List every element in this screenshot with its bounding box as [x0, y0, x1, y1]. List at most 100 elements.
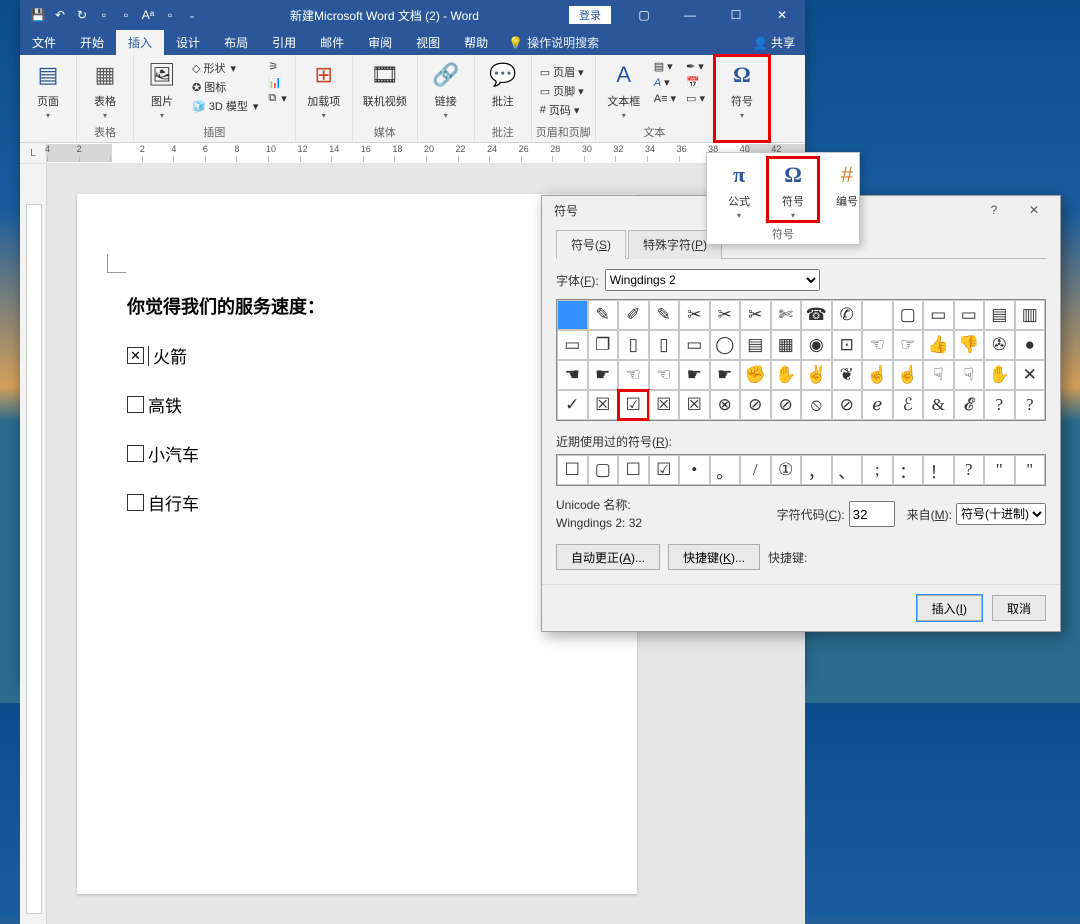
tab-layout[interactable]: 布局: [212, 30, 260, 55]
pictures-button[interactable]: 🖼 图片 ▾: [138, 57, 186, 122]
share-button[interactable]: 👤 共享: [743, 30, 805, 55]
login-button[interactable]: 登录: [569, 6, 611, 24]
tab-help[interactable]: 帮助: [452, 30, 500, 55]
doc-option-2[interactable]: 高铁: [127, 392, 587, 417]
horizontal-ruler[interactable]: 4224681012141618202224262830323436384042: [47, 144, 805, 162]
symbol-cell[interactable]: ✐: [618, 300, 649, 330]
symbol-cell[interactable]: ✇: [984, 330, 1015, 360]
symbol-cell[interactable]: ☛: [588, 360, 619, 390]
icons-button[interactable]: ✪图标: [188, 78, 262, 96]
tab-review[interactable]: 审阅: [356, 30, 404, 55]
symbol-cell[interactable]: ☒: [679, 390, 710, 420]
symbol-cell[interactable]: ☞: [893, 330, 924, 360]
undo-icon[interactable]: ↶: [52, 7, 68, 23]
ribbon-display-icon[interactable]: ▢: [621, 0, 667, 30]
symbol-cell[interactable]: ☜: [618, 360, 649, 390]
symbol-cell[interactable]: ▢: [893, 300, 924, 330]
tab-insert[interactable]: 插入: [116, 30, 164, 55]
qat-icon[interactable]: ▫: [162, 7, 178, 23]
symbol-cell[interactable]: ☑: [618, 390, 649, 420]
close-icon[interactable]: ✕: [759, 0, 805, 30]
symbol-cell[interactable]: ☛: [679, 360, 710, 390]
charcode-input[interactable]: [849, 501, 895, 527]
symbol-cell[interactable]: ▥: [1015, 300, 1046, 330]
symbol-cell[interactable]: ✂: [740, 300, 771, 330]
symbol-cell[interactable]: ✓: [557, 390, 588, 420]
touch-icon[interactable]: Aᵃ: [140, 7, 156, 23]
recent-symbol-cell[interactable]: ?: [954, 455, 985, 485]
dialog-close-icon[interactable]: ✕: [1014, 197, 1054, 223]
symbol-cell[interactable]: ☟: [923, 360, 954, 390]
cancel-button[interactable]: 取消: [992, 595, 1046, 621]
symbol-cell[interactable]: [557, 300, 588, 330]
symbol-cell[interactable]: ⊘: [740, 390, 771, 420]
symbol-cell[interactable]: ▭: [923, 300, 954, 330]
autocorrect-button[interactable]: 自动更正(A)...: [556, 544, 660, 570]
symbol-cell[interactable]: &: [923, 390, 954, 420]
symbol-cell[interactable]: ⊡: [832, 330, 863, 360]
redo-icon[interactable]: ↻: [74, 7, 90, 23]
dialog-help-icon[interactable]: ?: [974, 197, 1014, 223]
recent-symbol-cell[interactable]: ;: [862, 455, 893, 485]
symbol-cell[interactable]: ✌: [801, 360, 832, 390]
symbol-cell[interactable]: ☜: [862, 330, 893, 360]
symbol-cell[interactable]: 👍: [923, 330, 954, 360]
symbol-cell[interactable]: ☜: [649, 360, 680, 390]
doc-option-4[interactable]: 自行车: [127, 490, 587, 515]
symbol-cell[interactable]: ▭: [679, 330, 710, 360]
tab-design[interactable]: 设计: [164, 30, 212, 55]
minimize-icon[interactable]: —: [667, 0, 713, 30]
pages-button[interactable]: ▤ 页面 ▾: [24, 57, 72, 122]
recent-symbol-cell[interactable]: 、: [832, 455, 863, 485]
font-select[interactable]: Wingdings 2: [605, 269, 820, 291]
qat-more-icon[interactable]: ⌄: [184, 7, 200, 23]
tab-home[interactable]: 开始: [68, 30, 116, 55]
symbol-cell[interactable]: ?: [984, 390, 1015, 420]
qat-icon[interactable]: ▫: [96, 7, 112, 23]
signature-button[interactable]: ✒▾: [682, 59, 709, 74]
3dmodel-button[interactable]: 🧊3D 模型▾: [188, 97, 262, 115]
symbol-cell[interactable]: ◯: [710, 330, 741, 360]
symbol-cell[interactable]: 𝓔: [954, 390, 985, 420]
recent-symbol-cell[interactable]: ！: [923, 455, 954, 485]
object-button[interactable]: ▭▾: [682, 91, 709, 106]
shortcut-button[interactable]: 快捷键(K)...: [668, 544, 760, 570]
symbol-cell[interactable]: ⊘: [832, 390, 863, 420]
doc-option-3[interactable]: 小汽车: [127, 441, 587, 466]
symbol-cell[interactable]: ✎: [588, 300, 619, 330]
symbol-cell[interactable]: ▭: [557, 330, 588, 360]
tab-view[interactable]: 视图: [404, 30, 452, 55]
doc-option-1[interactable]: ✕ 火箭: [127, 343, 587, 368]
recent-symbol-cell[interactable]: ▢: [588, 455, 619, 485]
symbol-cell[interactable]: ☒: [588, 390, 619, 420]
symbol-cell[interactable]: ◉: [801, 330, 832, 360]
from-select[interactable]: 符号(十进制): [956, 503, 1046, 525]
symbol-button[interactable]: Ω 符号 ▾: [767, 157, 819, 222]
symbol-split-button[interactable]: Ω 符号 ▾: [718, 57, 766, 122]
symbol-cell[interactable]: ⊗: [710, 390, 741, 420]
table-button[interactable]: ▦ 表格 ▾: [81, 57, 129, 122]
symbol-cell[interactable]: ▭: [954, 300, 985, 330]
insert-button[interactable]: 插入(I): [917, 595, 982, 621]
symbol-cell[interactable]: ✋: [771, 360, 802, 390]
symbol-cell[interactable]: ✎: [649, 300, 680, 330]
recent-symbol-cell[interactable]: ☐: [557, 455, 588, 485]
numbering-button[interactable]: # 编号: [821, 157, 873, 222]
symbol-cell[interactable]: ☟: [954, 360, 985, 390]
symbol-cell[interactable]: ❐: [588, 330, 619, 360]
symbol-cell[interactable]: ⦸: [801, 390, 832, 420]
symbol-cell[interactable]: ⊘: [771, 390, 802, 420]
symbol-cell[interactable]: ☝: [893, 360, 924, 390]
smartart-button[interactable]: ⚞: [264, 59, 290, 74]
tab-mailings[interactable]: 邮件: [308, 30, 356, 55]
chart-button[interactable]: 📊: [264, 75, 290, 90]
symbol-cell[interactable]: ▤: [984, 300, 1015, 330]
symbol-cell[interactable]: ❦: [832, 360, 863, 390]
recent-symbol-cell[interactable]: ：: [893, 455, 924, 485]
datetime-button[interactable]: 📅: [682, 75, 709, 90]
symbol-cell[interactable]: ℰ: [893, 390, 924, 420]
qat-icon[interactable]: ▫: [118, 7, 134, 23]
symbol-cell[interactable]: ✋: [984, 360, 1015, 390]
comment-button[interactable]: 💬 批注: [479, 57, 527, 111]
screenshot-button[interactable]: ⧉▾: [264, 91, 290, 106]
